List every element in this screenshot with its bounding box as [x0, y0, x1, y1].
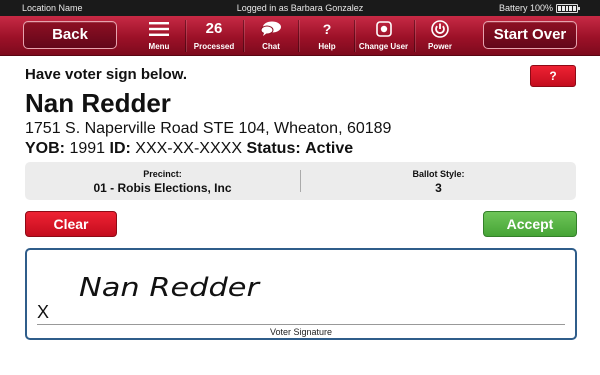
help-button[interactable]: ? — [530, 65, 576, 87]
top-toolbar: Back Menu 26 Processed Chat ? Help Chang… — [0, 16, 600, 56]
voter-name: Nan Redder — [25, 88, 171, 118]
help-toolbar-button[interactable]: ? Help — [302, 16, 352, 56]
voter-details: YOB: 1991 ID: XXX-XX-XXXX Status: Active — [25, 140, 353, 158]
start-over-button[interactable]: Start Over — [483, 21, 577, 49]
precinct-cell: Precinct: 01 - Robis Elections, Inc — [25, 162, 300, 200]
ballot-style-label: Ballot Style: — [412, 169, 465, 179]
signature-caption: Voter Signature — [269, 327, 333, 337]
chat-label: Chat — [262, 42, 280, 51]
chat-button[interactable]: Chat — [247, 16, 295, 56]
signature-line — [37, 324, 565, 325]
question-icon: ? — [322, 21, 332, 37]
power-label: Power — [427, 42, 452, 51]
chat-bubble-icon — [247, 21, 295, 37]
ballot-style-value: 3 — [435, 181, 442, 195]
status-bar: Location Name Logged in as Barbara Gonza… — [0, 0, 600, 16]
power-button[interactable]: Power — [418, 16, 462, 56]
battery-label: Battery 100% — [498, 3, 553, 13]
processed-count: 26 — [205, 20, 223, 37]
processed-label: Processed — [193, 42, 235, 51]
signature-ink-text: Nan Redder — [79, 273, 262, 303]
yob-label: YOB: — [25, 140, 65, 157]
battery-status: Battery 100% — [498, 0, 580, 16]
signature-ink: Nan Redder — [79, 273, 262, 303]
help-label: Help — [318, 42, 336, 51]
yob-value: 1991 — [69, 140, 106, 157]
change-user-icon — [355, 21, 412, 37]
hamburger-icon — [136, 21, 182, 37]
precinct-info-panel: Precinct: 01 - Robis Elections, Inc Ball… — [25, 162, 576, 200]
signature-x-mark: X — [37, 302, 50, 322]
menu-button[interactable]: Menu — [136, 16, 182, 56]
change-user-button[interactable]: Change User — [355, 16, 412, 56]
power-icon — [418, 20, 462, 38]
ballot-style-cell: Ballot Style: 3 — [301, 162, 576, 200]
signature-pad[interactable]: Nan Redder X Voter Signature — [25, 248, 577, 340]
back-button[interactable]: Back — [23, 21, 117, 49]
accept-button[interactable]: Accept — [483, 211, 577, 237]
voter-address: 1751 S. Naperville Road STE 104, Wheaton… — [25, 120, 392, 137]
menu-label: Menu — [148, 42, 170, 51]
status-label: Status: — [246, 140, 301, 157]
processed-button[interactable]: 26 Processed — [188, 16, 240, 56]
change-user-label: Change User — [358, 42, 409, 51]
status-value: Active — [305, 140, 354, 157]
precinct-value: 01 - Robis Elections, Inc — [93, 181, 232, 195]
precinct-label: Precinct: — [143, 169, 182, 179]
id-label: ID: — [109, 140, 131, 157]
battery-icon — [556, 3, 580, 13]
sign-prompt: Have voter sign below. — [25, 66, 187, 83]
id-value: XXX-XX-XXXX — [135, 140, 242, 157]
clear-button[interactable]: Clear — [25, 211, 117, 237]
